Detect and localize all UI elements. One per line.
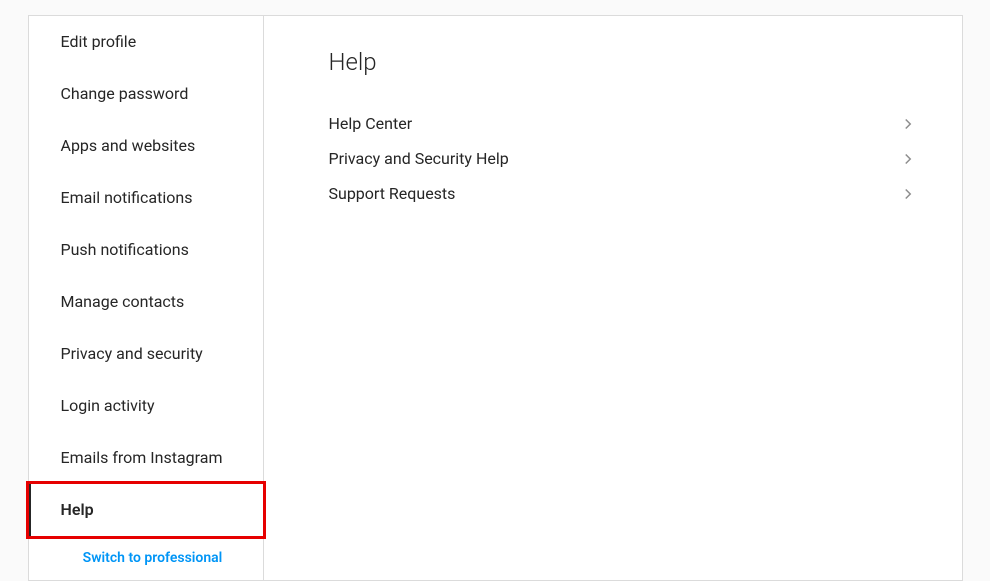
help-item-help-center[interactable]: Help Center xyxy=(329,106,917,141)
sidebar-item-push-notifications[interactable]: Push notifications xyxy=(29,224,263,276)
sidebar-item-label: Apps and websites xyxy=(61,136,196,155)
chevron-right-icon xyxy=(899,185,917,203)
sidebar-item-label: Manage contacts xyxy=(61,292,185,311)
switch-to-professional-link[interactable]: Switch to professional xyxy=(29,536,263,580)
sidebar-item-change-password[interactable]: Change password xyxy=(29,68,263,120)
sidebar-item-label: Push notifications xyxy=(61,240,189,259)
sidebar-item-label: Change password xyxy=(61,84,189,103)
main-content: Help Help Center Privacy and Security He… xyxy=(264,16,962,580)
help-item-label: Help Center xyxy=(329,114,413,133)
sidebar-item-edit-profile[interactable]: Edit profile xyxy=(29,16,263,68)
settings-sidebar: Edit profile Change password Apps and we… xyxy=(29,16,264,580)
help-item-privacy-security[interactable]: Privacy and Security Help xyxy=(329,141,917,176)
sidebar-item-label: Help xyxy=(61,500,94,519)
sidebar-item-apps-websites[interactable]: Apps and websites xyxy=(29,120,263,172)
help-list: Help Center Privacy and Security Help Su… xyxy=(329,106,917,211)
switch-link-label: Switch to professional xyxy=(83,550,223,566)
sidebar-item-manage-contacts[interactable]: Manage contacts xyxy=(29,276,263,328)
sidebar-item-label: Emails from Instagram xyxy=(61,448,223,467)
highlight-box: Help xyxy=(26,481,266,539)
settings-container: Edit profile Change password Apps and we… xyxy=(28,15,963,581)
sidebar-item-privacy-security[interactable]: Privacy and security xyxy=(29,328,263,380)
help-item-support-requests[interactable]: Support Requests xyxy=(329,176,917,211)
sidebar-item-label: Edit profile xyxy=(61,32,137,51)
sidebar-item-label: Email notifications xyxy=(61,188,193,207)
help-item-label: Support Requests xyxy=(329,184,456,203)
sidebar-item-label: Login activity xyxy=(61,396,155,415)
sidebar-item-email-notifications[interactable]: Email notifications xyxy=(29,172,263,224)
sidebar-item-label: Privacy and security xyxy=(61,344,203,363)
sidebar-item-login-activity[interactable]: Login activity xyxy=(29,380,263,432)
sidebar-item-emails-instagram[interactable]: Emails from Instagram xyxy=(29,432,263,484)
chevron-right-icon xyxy=(899,115,917,133)
page-title: Help xyxy=(329,48,917,76)
help-item-label: Privacy and Security Help xyxy=(329,149,509,168)
chevron-right-icon xyxy=(899,150,917,168)
sidebar-item-help[interactable]: Help xyxy=(29,484,263,536)
